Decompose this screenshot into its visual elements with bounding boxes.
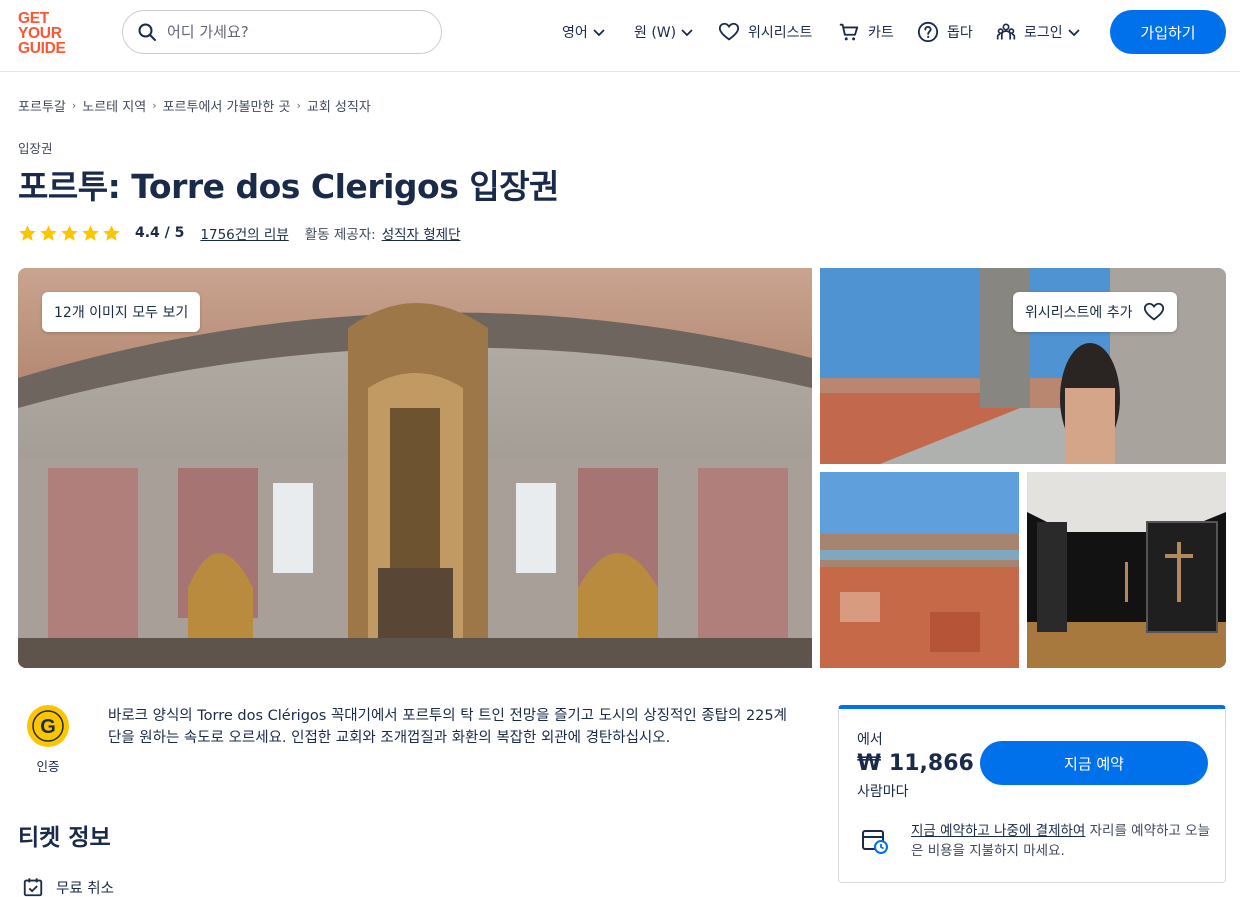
help-label: 돕다 bbox=[947, 25, 973, 41]
rating-stars bbox=[18, 224, 121, 243]
add-to-wishlist-button[interactable]: 위시리스트에 추가 bbox=[1013, 292, 1177, 332]
wishlist-label: 위시리스트 bbox=[748, 25, 813, 41]
logo-line-3: GUIDE bbox=[18, 39, 66, 57]
chevron-down-icon bbox=[681, 29, 693, 37]
heart-icon bbox=[718, 22, 740, 41]
provider-label: 활동 제공자: bbox=[304, 227, 376, 243]
price-from-label: 에서 bbox=[857, 732, 883, 748]
star-icon bbox=[82, 224, 99, 241]
star-icon bbox=[61, 224, 78, 241]
breadcrumb-item[interactable]: 포르투에서 가볼만한 곳 bbox=[163, 96, 291, 115]
certified-badge: G 인증 bbox=[22, 704, 74, 775]
reviews-link[interactable]: 1756건의 리뷰 bbox=[200, 223, 288, 243]
view-all-images-button[interactable]: 12개 이미지 모두 보기 bbox=[42, 292, 201, 332]
breadcrumb-separator-icon: › bbox=[296, 99, 301, 112]
badge-letter: G bbox=[40, 716, 56, 738]
heart-icon bbox=[1143, 302, 1164, 321]
book-now-button[interactable]: 지금 예약 bbox=[980, 741, 1208, 785]
signup-button[interactable]: 가입하기 bbox=[1110, 10, 1226, 54]
help-icon bbox=[917, 21, 939, 43]
museum-crucifixes-image bbox=[1027, 472, 1226, 668]
language-label: 영어 bbox=[562, 25, 588, 41]
star-icon bbox=[19, 224, 36, 241]
provider-link[interactable]: 성직자 형제단 bbox=[382, 223, 461, 243]
login-label: 로그인 bbox=[1024, 25, 1063, 41]
gallery-image-museum[interactable] bbox=[1027, 472, 1226, 668]
login-menu[interactable]: 로그인 bbox=[996, 18, 1081, 46]
breadcrumb-separator-icon: › bbox=[71, 99, 77, 112]
language-selector[interactable]: 영어 bbox=[562, 18, 606, 46]
page-title: 포르투: Torre dos Clerigos 입장권 bbox=[18, 167, 559, 206]
per-person-label: 사람마다 bbox=[857, 784, 909, 800]
certified-label: 인증 bbox=[36, 759, 60, 774]
search-icon bbox=[138, 23, 156, 41]
breadcrumb-item[interactable]: 노르테 지역 bbox=[82, 96, 146, 115]
help-link[interactable]: 돕다 bbox=[917, 18, 973, 46]
reserve-now-pay-later: 지금 예약하고 나중에 결제하여 자리를 예약하고 오늘은 비용을 지불하지 마… bbox=[861, 821, 1211, 861]
chevron-down-icon bbox=[1068, 29, 1080, 37]
currency-label: 원 (W) bbox=[634, 25, 677, 41]
rating-row: 4.4 / 5 1756건의 리뷰 활동 제공자: 성직자 형제단 bbox=[18, 222, 461, 244]
getyourguide-logo[interactable]: GET YOUR GUIDE bbox=[18, 9, 78, 57]
breadcrumb-item[interactable]: 포르투갈 bbox=[18, 96, 66, 115]
logo-line-2: YOUR bbox=[18, 24, 62, 42]
cart-label: 카트 bbox=[868, 25, 894, 41]
booking-card: 에서 ₩ 11,866 사람마다 지금 예약 지금 예약하고 나중에 결제하여 … bbox=[838, 705, 1226, 883]
product-category: 입장권 bbox=[18, 141, 53, 156]
porto-rooftops-image bbox=[820, 472, 1019, 668]
search-box[interactable] bbox=[122, 10, 442, 54]
price-value: ₩ 11,866 bbox=[857, 751, 974, 776]
product-description: 바로크 양식의 Torre dos Clérigos 꼭대기에서 포르투의 탁 … bbox=[108, 708, 787, 746]
star-icon bbox=[103, 224, 120, 241]
reserve-now-pay-later-link[interactable]: 지금 예약하고 나중에 결제하여 bbox=[911, 823, 1085, 839]
free-cancellation-label: 무료 취소 bbox=[56, 880, 114, 897]
certified-g-icon: G bbox=[27, 705, 69, 747]
breadcrumb: 포르투갈 › 노르테 지역 › 포르투에서 가볼만한 곳 › 교회 성직자 bbox=[18, 96, 371, 115]
currency-selector[interactable]: 원 (W) bbox=[634, 18, 694, 46]
cart-link[interactable]: 카트 bbox=[838, 18, 894, 46]
rating-value: 4.4 / 5 bbox=[135, 225, 185, 241]
reserve-now-pay-later-text: 지금 예약하고 나중에 결제하여 자리를 예약하고 오늘은 비용을 지불하지 마… bbox=[911, 821, 1211, 861]
logo-line-1: GET bbox=[18, 9, 49, 27]
user-group-icon bbox=[996, 23, 1016, 40]
free-cancellation-row: 무료 취소 bbox=[22, 876, 114, 897]
cart-icon bbox=[839, 23, 859, 41]
chevron-down-icon bbox=[593, 29, 605, 37]
breadcrumb-item[interactable]: 교회 성직자 bbox=[307, 96, 371, 115]
calendar-clock-icon bbox=[862, 830, 888, 854]
wishlist-link[interactable]: 위시리스트 bbox=[718, 18, 812, 46]
calendar-check-icon bbox=[23, 878, 43, 897]
breadcrumb-separator-icon: › bbox=[152, 99, 157, 112]
add-to-wishlist-label: 위시리스트에 추가 bbox=[1025, 305, 1133, 321]
star-icon bbox=[40, 224, 57, 241]
ticket-info-title: 티켓 정보 bbox=[18, 825, 111, 851]
search-input[interactable] bbox=[167, 23, 417, 41]
header: GET YOUR GUIDE 영어 원 (W) 위시리스트 카트 돕다 로그인 … bbox=[0, 0, 1240, 72]
gallery-image-city[interactable] bbox=[820, 472, 1019, 668]
